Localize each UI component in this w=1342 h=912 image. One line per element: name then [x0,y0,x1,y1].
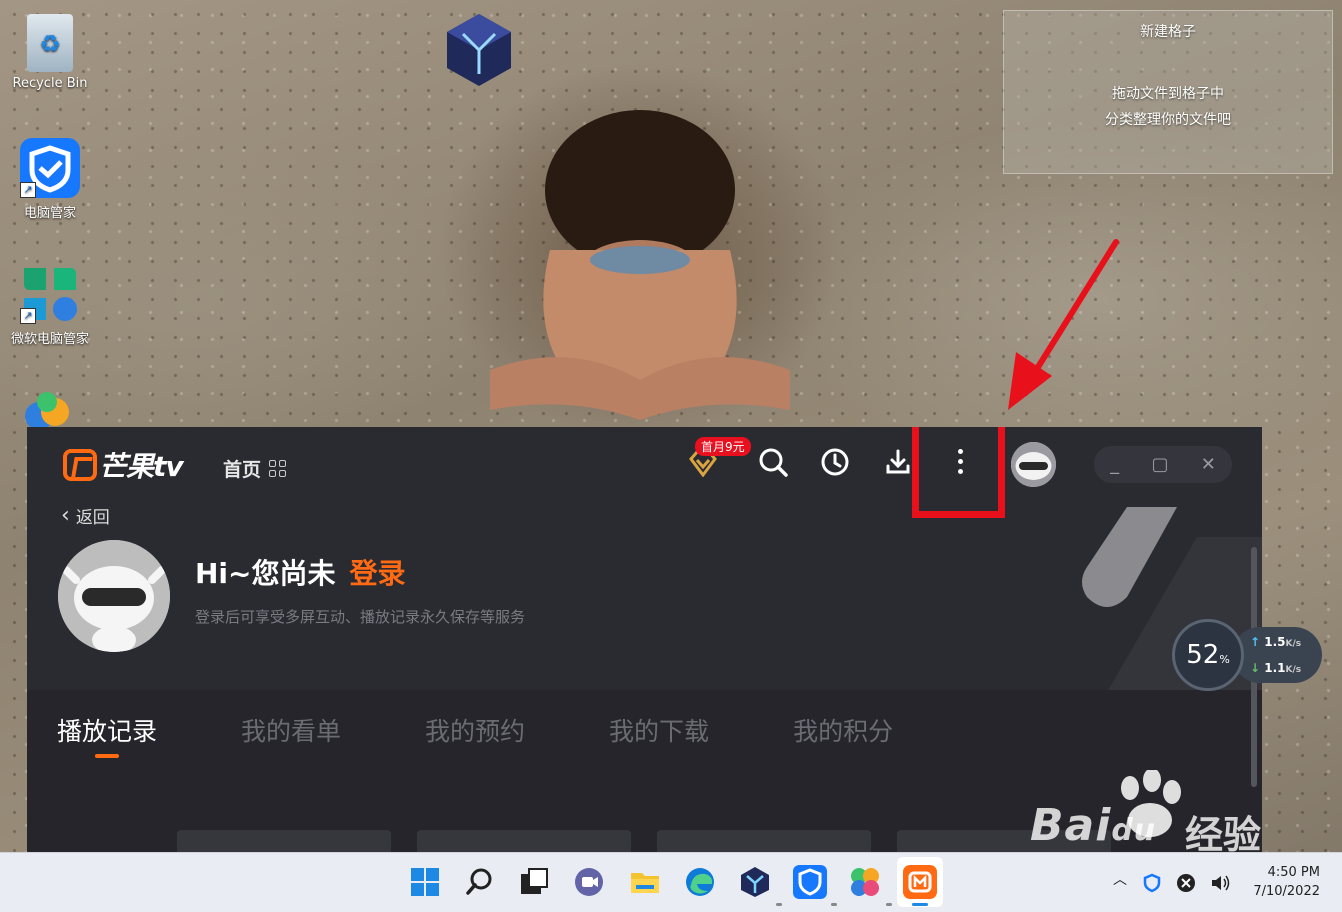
vip-promo-badge[interactable]: 首月9元 [695,437,751,456]
tray-chevron-up-icon[interactable]: ︿ [1113,869,1127,889]
mango-tv-taskbar-icon[interactable] [903,865,937,899]
network-speed-pill: ↑ 1.5K/s ↓ 1.1K/s [1232,627,1322,683]
login-link[interactable]: 登录 [350,552,406,592]
grid-widget-title: 新建格子 [1140,24,1196,40]
tray-shield-icon[interactable] [1142,873,1162,893]
file-grid-widget[interactable]: 新建格子 拖动文件到格子中 分类整理你的文件吧 [1003,10,1333,174]
memory-usage-gauge: 52% [1172,619,1244,691]
tray-volume-icon[interactable] [1210,873,1232,893]
pc-manager-taskbar-icon[interactable] [793,865,827,899]
running-indicator [886,903,892,906]
minimize-button[interactable]: _ [1110,454,1119,475]
tab-downloads[interactable]: 我的下载 [609,712,709,748]
tab-play-history[interactable]: 播放记录 [57,712,157,758]
mango-logo-mark-icon [63,449,97,481]
clock-time: 4:50 PM [1267,865,1320,880]
profile-avatar[interactable] [58,540,170,652]
logo-text-cn: 芒果 [99,450,154,483]
mango-tv-logo[interactable]: 芒果tv [63,445,184,485]
teams-chat-icon[interactable] [572,865,606,899]
recycle-icon: ♻ [39,30,61,58]
robot-avatar-icon [1011,442,1056,487]
taskbar-clock[interactable]: 4:50 PM 7/10/2022 [1250,863,1320,901]
colorful-app-icon [25,392,69,430]
search-icon[interactable] [756,445,790,479]
home-nav-label: 首页 [223,459,262,481]
ms-pc-manager-taskbar-icon[interactable] [848,865,882,899]
running-indicator [831,903,837,906]
history-clock-icon[interactable] [818,445,852,479]
login-benefits-text: 登录后可享受多屏互动、播放记录永久保存等服务 [195,608,526,626]
robot-avatar-icon [58,540,170,652]
shortcut-arrow-icon: ↗ [20,308,36,324]
taskbar: ︿ 4:50 PM 7/10/2022 [0,852,1342,912]
user-avatar[interactable] [1011,442,1056,487]
back-label: 返回 [75,508,110,528]
download-speed: ↓ 1.1K/s [1250,661,1302,675]
recycle-bin-icon[interactable]: ♻ Recycle Bin [5,14,95,91]
memory-percent: 52 [1186,640,1220,670]
tab-points[interactable]: 我的积分 [793,712,893,748]
task-view-icon[interactable] [517,865,551,899]
running-indicator [776,903,782,906]
taskbar-search-icon[interactable] [463,865,497,899]
cube-taskbar-icon[interactable] [738,865,772,899]
pc-manager-shortcut[interactable]: ↗ 电脑管家 [5,138,95,221]
clock-date: 7/10/2022 [1253,884,1320,899]
svg-text:♻: ♻ [39,30,61,58]
tab-reservations[interactable]: 我的预约 [425,712,525,748]
shortcut-arrow-icon: ↗ [20,182,36,198]
start-windows-icon[interactable] [408,865,442,899]
close-button[interactable]: ✕ [1201,454,1216,475]
upload-speed: ↑ 1.5K/s [1250,635,1302,649]
edge-browser-icon[interactable] [683,865,717,899]
file-explorer-icon[interactable] [628,865,662,899]
logo-text: 芒果tv [99,445,184,485]
logo-text-tv: tv [153,450,184,483]
grid-widget-hint-1: 拖动文件到格子中 [1112,86,1224,102]
chevron-left-icon: ‹ [61,503,70,528]
greeting-text: Hi~您尚未 [195,557,336,590]
tab-watchlist[interactable]: 我的看单 [241,712,341,748]
desktop-icon-label: 微软电脑管家 [10,332,89,347]
network-speed-widget[interactable]: ↑ 1.5K/s ↓ 1.1K/s 52% [1172,617,1322,693]
memory-percent-unit: % [1219,653,1230,666]
active-indicator [912,903,928,906]
profile-tabs: 播放记录 我的看单 我的预约 我的下载 我的积分 [57,712,893,758]
desktop-icon-label: Recycle Bin [12,76,88,91]
ms-pc-manager-shortcut[interactable]: ↗ 微软电脑管家 [5,264,95,347]
maximize-button[interactable]: ▢ [1151,454,1168,475]
desktop-icon-label: 电脑管家 [23,206,76,221]
download-icon[interactable] [881,445,915,479]
login-greeting: Hi~您尚未 登录 [195,552,406,592]
home-nav[interactable]: 首页 [223,455,287,482]
more-menu-button[interactable] [943,444,977,482]
tray-network-off-icon[interactable] [1176,873,1196,893]
window-controls: _ ▢ ✕ [1094,446,1232,483]
back-button[interactable]: ‹ 返回 [61,503,110,528]
app-header: 芒果tv 首页 首月9元 _ ▢ ✕ [27,427,1262,518]
mango-tv-window: 芒果tv 首页 首月9元 _ ▢ ✕ ‹ 返回 Hi~您尚未 登录 登录后可享受… [27,427,1262,912]
cube-app-icon[interactable] [445,12,513,88]
wallpaper-figure [490,110,790,420]
grid-menu-icon [269,460,287,477]
grid-widget-hint-2: 分类整理你的文件吧 [1105,112,1231,128]
